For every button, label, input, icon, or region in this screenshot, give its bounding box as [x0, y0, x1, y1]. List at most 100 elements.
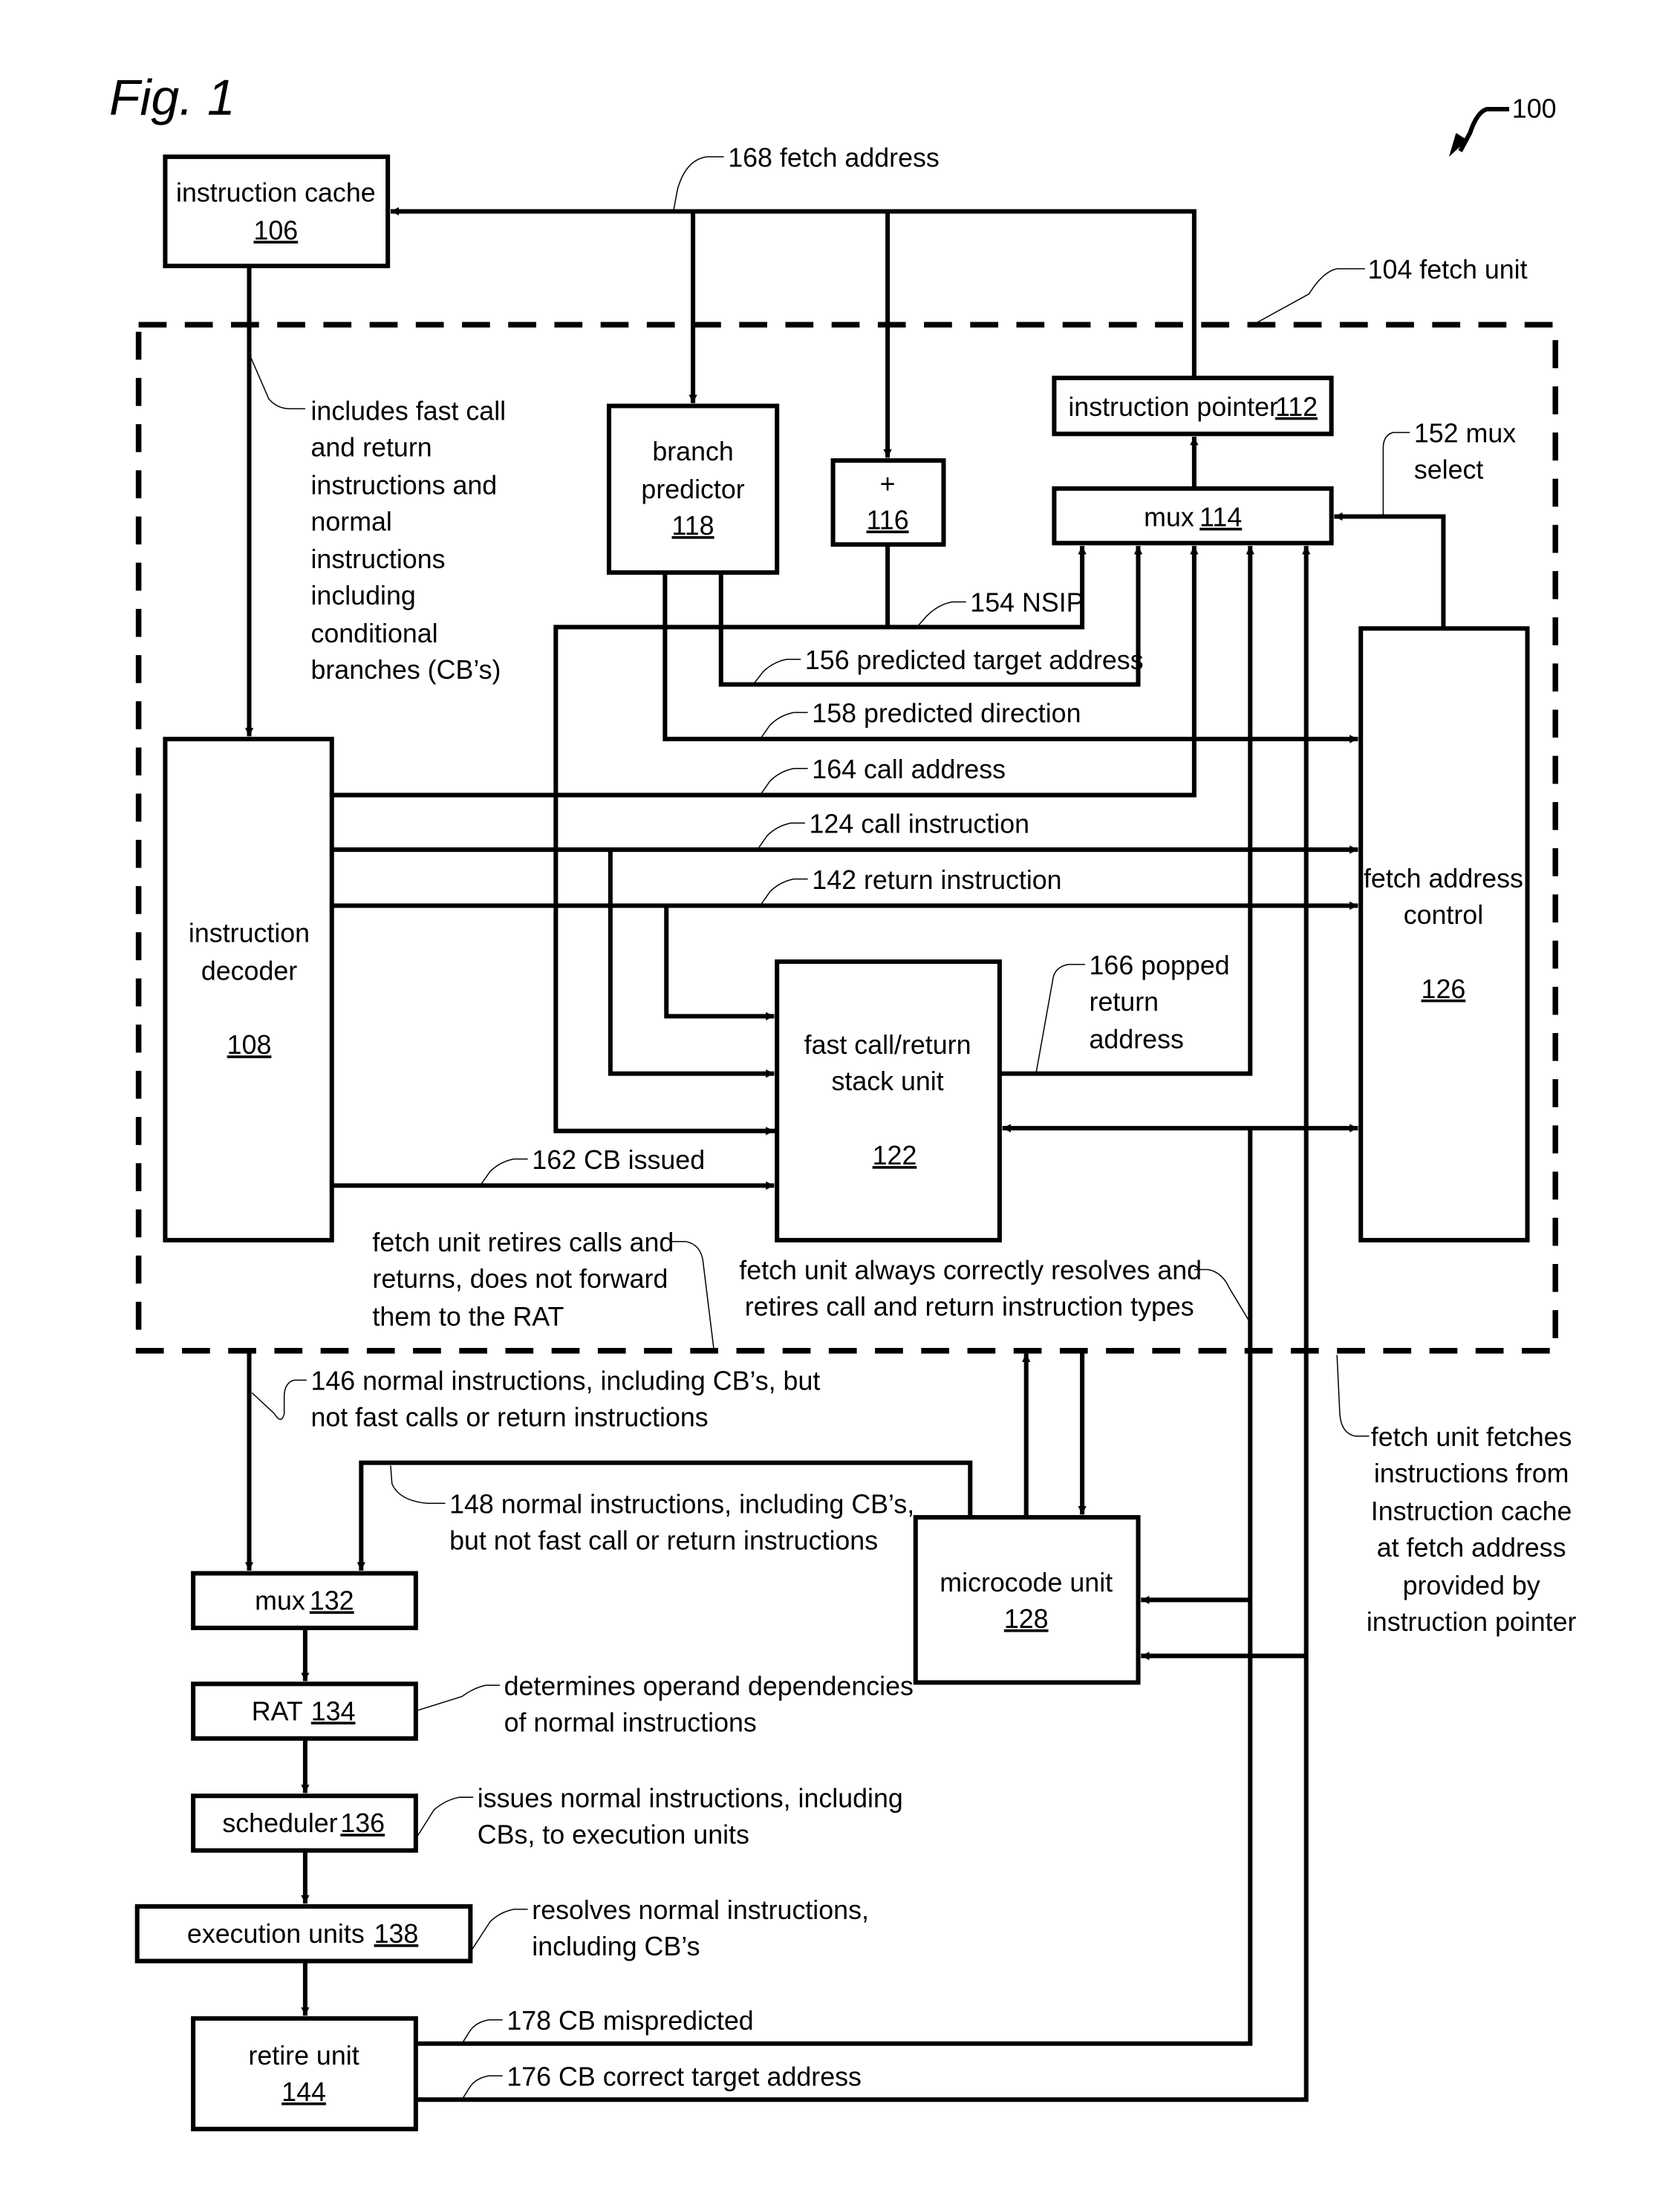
- svg-text:branches (CB’s): branches (CB’s): [310, 655, 501, 685]
- signal-popped-return-2: return: [1090, 987, 1159, 1017]
- signal-predicted-direction: 158 predicted direction: [812, 699, 1081, 729]
- execution-units-ref: 138: [374, 1919, 419, 1949]
- svg-text:fetch unit fetches: fetch unit fetches: [1371, 1422, 1572, 1452]
- fetch-address-control-ref: 126: [1422, 974, 1466, 1004]
- signal-cb-correct-target: 176 CB correct target address: [507, 2062, 862, 2091]
- svg-text:fetch unit retires calls and: fetch unit retires calls and: [372, 1228, 674, 1257]
- microcode-unit-block[interactable]: microcode unit 128: [913, 1515, 1141, 1685]
- svg-text:fetch unit always correctly re: fetch unit always correctly resolves and: [739, 1256, 1202, 1286]
- mux-114-ref: 114: [1199, 503, 1242, 532]
- branch-predictor-ref: 118: [672, 511, 714, 541]
- annotation-rat: determines operand dependencies of norma…: [504, 1671, 914, 1737]
- execution-units-block[interactable]: execution units 138: [134, 1904, 473, 1964]
- fast-call-return-label-2: stack unit: [831, 1066, 943, 1096]
- signal-fetch-address: 168 fetch address: [728, 143, 940, 172]
- annotation-retires-calls: fetch unit retires calls and returns, do…: [372, 1228, 674, 1332]
- microcode-unit-label: microcode unit: [940, 1568, 1113, 1597]
- svg-text:instructions: instructions: [310, 544, 445, 574]
- annotation-normal-146: 146 normal instructions, including CB’s,…: [310, 1366, 820, 1433]
- adder-block[interactable]: + 116: [830, 458, 946, 547]
- branch-predictor-block[interactable]: branch predictor 118: [606, 403, 780, 575]
- instruction-cache-label: instruction cache: [176, 177, 376, 207]
- svg-text:including CB’s: including CB’s: [532, 1932, 700, 1961]
- svg-text:Instruction cache: Instruction cache: [1371, 1496, 1572, 1526]
- svg-text:at fetch address: at fetch address: [1377, 1533, 1566, 1563]
- instruction-decoder-block[interactable]: instruction decoder 108: [163, 737, 334, 1242]
- mux-114-label: mux: [1144, 503, 1194, 532]
- fast-call-return-stack-block[interactable]: fast call/return stack unit 122: [775, 959, 1002, 1242]
- fetch-unit-label: 104 fetch unit: [1368, 255, 1528, 284]
- adder-label: +: [880, 469, 896, 498]
- branch-predictor-label-2: predictor: [641, 475, 744, 504]
- instruction-decoder-label-2: decoder: [201, 956, 297, 986]
- fig1-diagram: Fig. 1 100 104 fetch unit instruction ca…: [109, 71, 1577, 2131]
- svg-text:them to the RAT: them to the RAT: [372, 1302, 564, 1332]
- svg-text:returns, does not forward: returns, does not forward: [372, 1264, 668, 1294]
- rat-block[interactable]: RAT 134: [191, 1681, 418, 1741]
- instruction-cache-ref: 106: [253, 215, 298, 245]
- svg-text:and return: and return: [310, 432, 432, 462]
- retire-unit-block[interactable]: retire unit 144: [191, 2016, 418, 2131]
- figure-title: Fig. 1: [109, 71, 235, 126]
- svg-text:but not fast call or return in: but not fast call or return instructions: [449, 1525, 878, 1555]
- annotation-fetches-from-cache: fetch unit fetches instructions from Ins…: [1367, 1422, 1577, 1637]
- annotation-normal-148: 148 normal instructions, including CB’s,…: [449, 1489, 914, 1555]
- signal-predicted-target: 156 predicted target address: [805, 645, 1144, 675]
- instruction-pointer-ref: 112: [1275, 392, 1318, 422]
- microcode-unit-ref: 128: [1004, 1604, 1049, 1634]
- signal-popped-return-3: address: [1090, 1025, 1184, 1055]
- signal-popped-return-1: 166 popped: [1090, 951, 1230, 980]
- fetch-address-control-block[interactable]: fetch address control 126: [1358, 626, 1530, 1242]
- svg-text:not fast calls or return instr: not fast calls or return instructions: [310, 1403, 708, 1433]
- svg-text:CBs, to execution units: CBs, to execution units: [478, 1820, 749, 1849]
- svg-text:provided by: provided by: [1403, 1571, 1540, 1600]
- execution-units-label: execution units: [187, 1919, 365, 1949]
- retire-unit-ref: 144: [281, 2077, 326, 2107]
- rat-label: RAT: [252, 1696, 303, 1726]
- svg-text:conditional: conditional: [310, 619, 437, 648]
- svg-text:148 normal instructions, inclu: 148 normal instructions, including CB’s,: [449, 1489, 914, 1519]
- fast-call-return-ref: 122: [873, 1141, 917, 1170]
- mux-132-block[interactable]: mux 132: [191, 1571, 418, 1631]
- fast-call-return-label-1: fast call/return: [804, 1030, 971, 1060]
- svg-text:resolves normal instructions,: resolves normal instructions,: [532, 1895, 869, 1925]
- svg-text:146 normal instructions, inclu: 146 normal instructions, including CB’s,…: [310, 1366, 820, 1396]
- signal-return-instruction: 142 return instruction: [812, 865, 1061, 895]
- svg-text:normal: normal: [310, 506, 391, 536]
- annotation-scheduler: issues normal instructions, including CB…: [478, 1783, 903, 1849]
- signal-mux-select-2: select: [1414, 455, 1484, 485]
- svg-text:including: including: [310, 581, 415, 610]
- annotation-decoder-input: includes fast call and return instructio…: [310, 396, 506, 685]
- instruction-pointer-block[interactable]: instruction pointer 112: [1052, 375, 1334, 437]
- signal-cb-issued: 162 CB issued: [532, 1145, 705, 1175]
- instruction-pointer-label: instruction pointer: [1068, 392, 1278, 422]
- signal-mux-select-1: 152 mux: [1414, 419, 1516, 449]
- svg-text:instructions and: instructions and: [310, 470, 497, 500]
- instruction-decoder-ref: 108: [227, 1030, 272, 1060]
- scheduler-block[interactable]: scheduler 136: [191, 1794, 418, 1853]
- mux-132-label: mux: [255, 1586, 305, 1616]
- fetch-address-control-label-1: fetch address: [1364, 864, 1523, 893]
- rat-ref: 134: [311, 1696, 356, 1726]
- scheduler-label: scheduler: [222, 1808, 337, 1838]
- fetch-unit-leader: [1252, 268, 1365, 325]
- signal-call-instruction: 124 call instruction: [810, 809, 1030, 838]
- figure-ref-arrow-icon: [1448, 106, 1510, 157]
- instruction-cache-block[interactable]: instruction cache 106: [163, 154, 391, 269]
- figure-ref-number: 100: [1512, 94, 1557, 123]
- scheduler-ref: 136: [340, 1808, 385, 1838]
- svg-text:instructions from: instructions from: [1374, 1459, 1569, 1488]
- signal-nsip: 154 NSIP: [970, 588, 1084, 618]
- signal-call-address: 164 call address: [812, 755, 1006, 784]
- svg-text:of normal instructions: of normal instructions: [504, 1707, 757, 1737]
- annotation-execution: resolves normal instructions, including …: [532, 1895, 869, 1961]
- instruction-decoder-label-1: instruction: [189, 918, 310, 948]
- retire-unit-label: retire unit: [248, 2041, 359, 2071]
- adder-ref: 116: [867, 505, 909, 535]
- fetch-address-control-label-2: control: [1404, 900, 1483, 930]
- wire-mux-select: [1334, 512, 1446, 629]
- signal-cb-mispredicted: 178 CB mispredicted: [507, 2006, 753, 2036]
- svg-text:issues normal instructions, in: issues normal instructions, including: [478, 1783, 903, 1813]
- svg-text:determines operand dependencie: determines operand dependencies: [504, 1671, 914, 1701]
- mux-114-block[interactable]: mux 114: [1052, 486, 1334, 546]
